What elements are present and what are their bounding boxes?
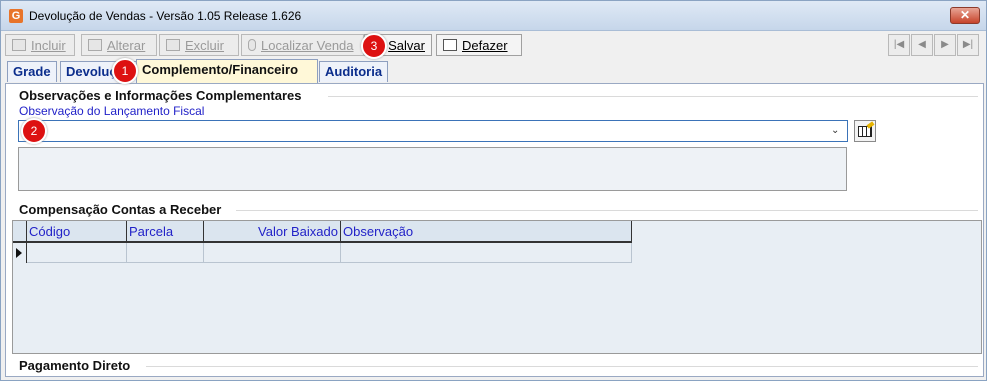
localizar-label: Localizar Venda [261,37,354,53]
grid-header: Código Parcela Valor Baixado Observação [13,221,632,243]
group-divider [328,96,978,97]
excluir-label: Excluir [185,37,225,53]
window-title: Devolução de Vendas - Versão 1.05 Releas… [29,9,302,23]
title-bar: G Devolução de Vendas - Versão 1.05 Rele… [1,1,986,31]
compensacao-grid[interactable]: Código Parcela Valor Baixado Observação [12,220,982,354]
group-divider [146,366,978,367]
tab-grade[interactable]: Grade [7,61,57,82]
tab-auditoria[interactable]: Auditoria [319,61,389,82]
incluir-button[interactable]: Incluir [5,34,75,56]
localizar-venda-button[interactable]: Localizar Venda [241,34,364,56]
cell-codigo[interactable] [27,243,127,263]
prev-record-button[interactable]: ◀ [911,34,933,56]
observacao-memo[interactable] [18,147,847,191]
current-row-arrow-icon [16,248,22,258]
cell-parcela[interactable] [127,243,204,263]
step-badge-1: 1 [112,58,138,84]
delete-record-icon [166,39,180,51]
main-window: G Devolução de Vendas - Versão 1.05 Rele… [0,0,987,381]
cell-observacao[interactable] [341,243,632,263]
step-badge-2: 2 [21,118,47,144]
row-indicator[interactable] [13,243,27,263]
tab-page-complemento: Observações e Informações Complementares… [5,83,984,377]
column-header-observacao[interactable]: Observação [341,221,632,243]
app-logo-icon: G [9,9,23,23]
alterar-button[interactable]: Alterar [81,34,157,56]
cell-valor-baixado[interactable] [204,243,341,263]
toolbar: Incluir Alterar Excluir Localizar Venda … [1,32,986,58]
last-record-button[interactable]: ▶| [957,34,979,56]
column-header-valor-baixado[interactable]: Valor Baixado [204,221,341,243]
chevron-down-icon[interactable]: ⌄ [831,124,843,138]
step-badge-3: 3 [361,33,387,59]
undo-icon [443,39,457,51]
excluir-button[interactable]: Excluir [159,34,239,56]
compensacao-group-title: Compensação Contas a Receber [19,202,222,217]
group-divider [236,210,978,211]
tab-complemento-financeiro[interactable]: Complemento/Financeiro [136,59,318,83]
salvar-label: Salvar [388,37,425,53]
first-record-button[interactable]: |◀ [888,34,910,56]
column-header-parcela[interactable]: Parcela [127,221,204,243]
column-header-codigo[interactable]: Código [27,221,127,243]
observacao-combo[interactable]: ⌄ [18,120,848,142]
incluir-label: Incluir [31,37,66,53]
next-record-button[interactable]: ▶ [934,34,956,56]
edit-record-icon [88,39,102,51]
tab-strip: Grade Devolução Complemento/Financeiro A… [5,59,985,83]
defazer-button[interactable]: Defazer [436,34,522,56]
close-button[interactable]: ✕ [950,7,980,24]
add-record-icon [12,39,26,51]
observacao-field-label: Observação do Lançamento Fiscal [19,104,205,118]
grid-corner [13,221,27,243]
alterar-label: Alterar [107,37,146,53]
table-edit-button[interactable] [854,120,876,142]
search-icon [248,39,256,51]
pagamento-group-title: Pagamento Direto [19,358,131,373]
defazer-label: Defazer [462,37,508,53]
observacoes-group-title: Observações e Informações Complementares [19,88,302,103]
